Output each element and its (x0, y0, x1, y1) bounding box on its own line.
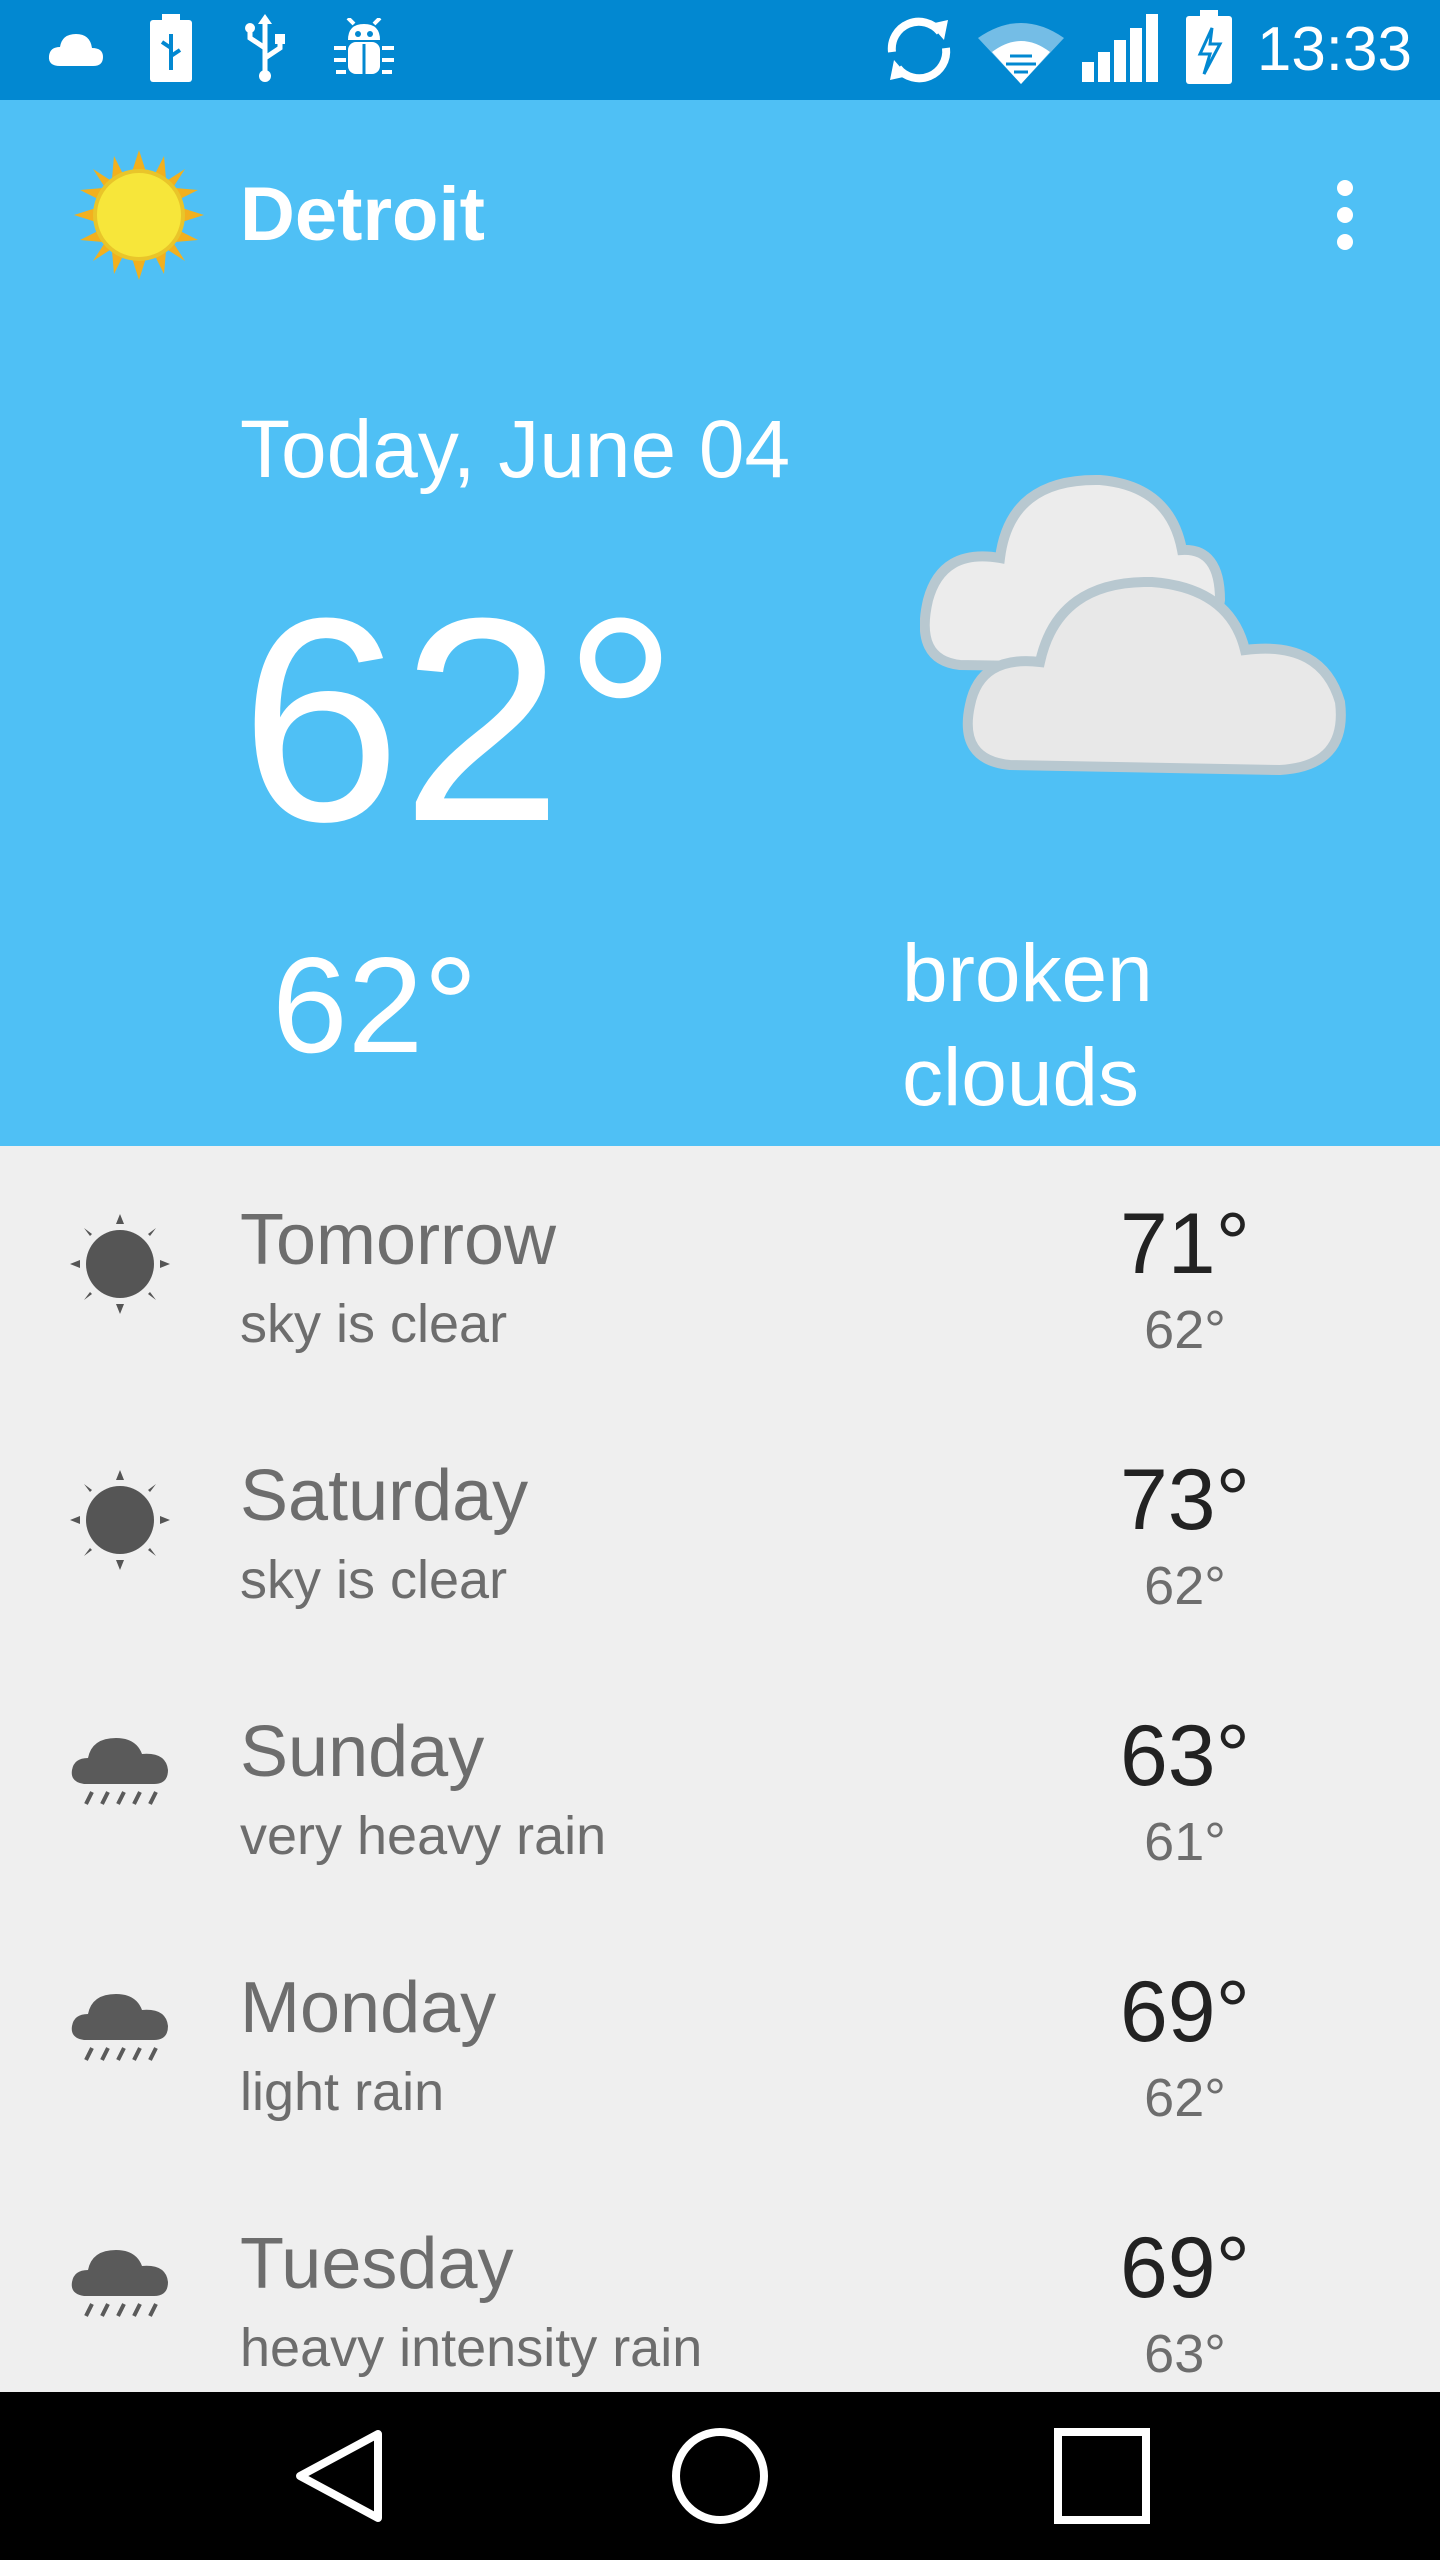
today-high-temp: 62° (240, 558, 679, 882)
rain-icon (71, 1738, 168, 1805)
clear-sky-icon (70, 1470, 170, 1570)
today-description: broken clouds (902, 928, 1153, 1123)
forecast-low: 62° (1144, 1300, 1226, 1360)
today-panel[interactable]: Detroit Today, June 04 62° 62° broken cl… (0, 100, 1440, 1146)
broken-clouds-icon (920, 474, 1346, 776)
home-icon[interactable] (670, 2426, 770, 2526)
navigation-bar (0, 2392, 1440, 2560)
signal-icon (1082, 14, 1158, 82)
list-item[interactable]: Saturday sky is clear 73° 62° (0, 1402, 1440, 1658)
forecast-day: Tuesday (240, 2224, 514, 2304)
android-debug-icon (334, 18, 394, 74)
forecast-high: 71° (1119, 1196, 1251, 1292)
forecast-high: 69° (1119, 2220, 1251, 2316)
list-item[interactable]: Tomorrow sky is clear 71° 62° (0, 1146, 1440, 1402)
forecast-low: 61° (1144, 1812, 1226, 1872)
battery-usb-icon (150, 14, 192, 82)
forecast-high: 73° (1119, 1452, 1251, 1548)
forecast-condition: heavy intensity rain (240, 2318, 703, 2378)
forecast-condition: sky is clear (240, 1294, 508, 1354)
forecast-day: Saturday (240, 1456, 529, 1536)
list-item[interactable]: Sunday very heavy rain 63° 61° (0, 1658, 1440, 1914)
forecast-low: 62° (1144, 2068, 1226, 2128)
forecast-day: Tomorrow (240, 1200, 557, 1280)
forecast-day: Sunday (240, 1712, 485, 1792)
battery-charging-icon (1186, 10, 1232, 84)
today-low-temp: 62° (272, 929, 478, 1081)
sun-icon (74, 150, 204, 280)
sync-icon (887, 17, 951, 83)
overflow-menu-icon[interactable] (1320, 172, 1370, 258)
list-item[interactable]: Monday light rain 69° 62° (0, 1914, 1440, 2170)
forecast-high: 63° (1119, 1708, 1251, 1804)
status-time: 13:33 (1256, 15, 1412, 84)
forecast-condition: light rain (240, 2062, 445, 2122)
city-title: Detroit (240, 172, 485, 257)
wifi-icon (978, 23, 1064, 84)
cloud-icon (48, 34, 103, 66)
forecast-low: 63° (1144, 2324, 1226, 2384)
forecast-condition: sky is clear (240, 1550, 508, 1610)
recents-icon[interactable] (1052, 2426, 1152, 2526)
back-icon[interactable] (290, 2426, 390, 2526)
rain-icon (71, 1994, 168, 2061)
forecast-low: 62° (1144, 1556, 1226, 1616)
rain-icon (71, 2250, 168, 2317)
list-item[interactable]: Tuesday heavy intensity rain 69° 63° (0, 2170, 1440, 2426)
forecast-condition: very heavy rain (240, 1806, 607, 1866)
status-bar: 13:33 (0, 0, 1440, 100)
forecast-high: 69° (1119, 1964, 1251, 2060)
today-date: Today, June 04 (240, 404, 791, 495)
usb-icon (245, 14, 285, 82)
clear-sky-icon (70, 1214, 170, 1314)
forecast-day: Monday (240, 1968, 497, 2048)
